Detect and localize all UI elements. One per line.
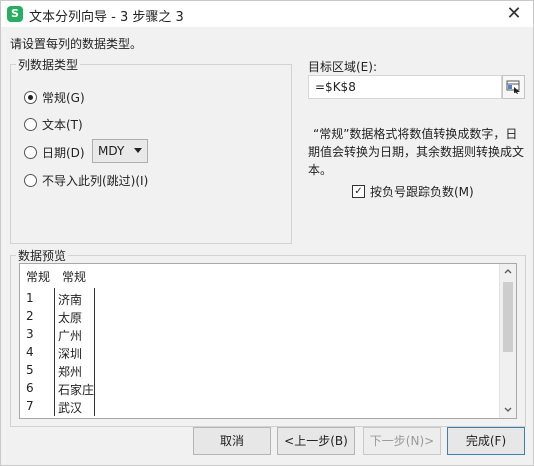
finish-button[interactable]: 完成(F)	[447, 427, 525, 455]
close-button[interactable]: ✕	[503, 3, 525, 25]
target-range-label: 目标区域(E):	[308, 60, 377, 74]
scroll-down-icon[interactable]	[504, 407, 512, 413]
cell-value: 太原	[58, 311, 83, 325]
column-divider	[94, 288, 95, 416]
cell-value: 济南	[58, 293, 83, 307]
row-number: 1	[26, 291, 34, 305]
chevron-down-icon	[134, 148, 142, 153]
row-number: 3	[26, 327, 34, 341]
column-divider	[54, 288, 55, 416]
row-number: 2	[26, 309, 34, 323]
radio-text-label[interactable]: 文本(T)	[42, 116, 83, 133]
cell-value: 石家庄	[58, 383, 95, 397]
negative-checkbox[interactable]: ✓	[352, 185, 365, 198]
radio-date[interactable]	[24, 146, 37, 159]
radio-general[interactable]	[24, 91, 37, 104]
cell-value: 深圳	[58, 347, 83, 361]
target-range-value: =$K$8	[315, 80, 356, 94]
row-number: 6	[26, 381, 34, 395]
row-number: 4	[26, 345, 34, 359]
column-type-legend: 列数据类型	[16, 56, 81, 73]
range-select-button[interactable]	[502, 75, 525, 99]
description-line-1: “常规”数据格式将数值转换成数字，日	[313, 127, 518, 141]
scroll-thumb[interactable]	[503, 282, 513, 352]
date-format-value: MDY	[98, 144, 125, 158]
description-line-2: 期值会转换为日期，其余数据则转换成文	[308, 145, 525, 159]
next-button[interactable]: 下一步(N)>	[363, 427, 441, 455]
cell-value: 武汉	[58, 401, 83, 415]
radio-general-label[interactable]: 常规(G)	[42, 89, 85, 106]
cancel-button[interactable]: 取消	[193, 427, 271, 455]
preview-legend: 数据预览	[16, 247, 69, 264]
radio-text[interactable]	[24, 118, 37, 131]
radio-skip-label[interactable]: 不导入此列(跳过)(I)	[42, 172, 148, 189]
radio-date-label[interactable]: 日期(D)	[42, 144, 85, 161]
text-to-columns-dialog: S 文本分列向导 - 3 步骤之 3 ✕ 请设置每列的数据类型。 列数据类型 常…	[0, 0, 534, 466]
radio-skip[interactable]	[24, 174, 37, 187]
window-title: 文本分列向导 - 3 步骤之 3	[29, 10, 184, 25]
row-number: 5	[26, 363, 34, 377]
cell-value: 广州	[58, 329, 83, 343]
description-line-3: 本。	[308, 163, 333, 177]
cell-value: 郑州	[58, 365, 83, 379]
range-select-icon	[506, 80, 520, 94]
target-range-input[interactable]: =$K$8	[308, 75, 502, 99]
preview-header-2: 常规	[62, 270, 87, 284]
vertical-scrollbar[interactable]	[499, 264, 516, 418]
date-format-select[interactable]: MDY	[92, 139, 148, 163]
back-button[interactable]: <上一步(B)	[277, 427, 355, 455]
instructions-text: 请设置每列的数据类型。	[10, 37, 143, 51]
preview-header-1: 常规	[26, 270, 51, 284]
row-number: 7	[26, 399, 34, 413]
data-preview-pane[interactable]: 常规 常规 1 济南 2 太原 3 广州 4 深圳 5 郑州 6 石家庄 7 武…	[19, 263, 517, 419]
title-bar[interactable]: S 文本分列向导 - 3 步骤之 3 ✕	[1, 1, 533, 27]
negative-checkbox-label[interactable]: 按负号跟踪负数(M)	[370, 183, 474, 200]
wps-logo-icon: S	[7, 6, 23, 22]
scroll-up-icon[interactable]	[504, 268, 512, 274]
